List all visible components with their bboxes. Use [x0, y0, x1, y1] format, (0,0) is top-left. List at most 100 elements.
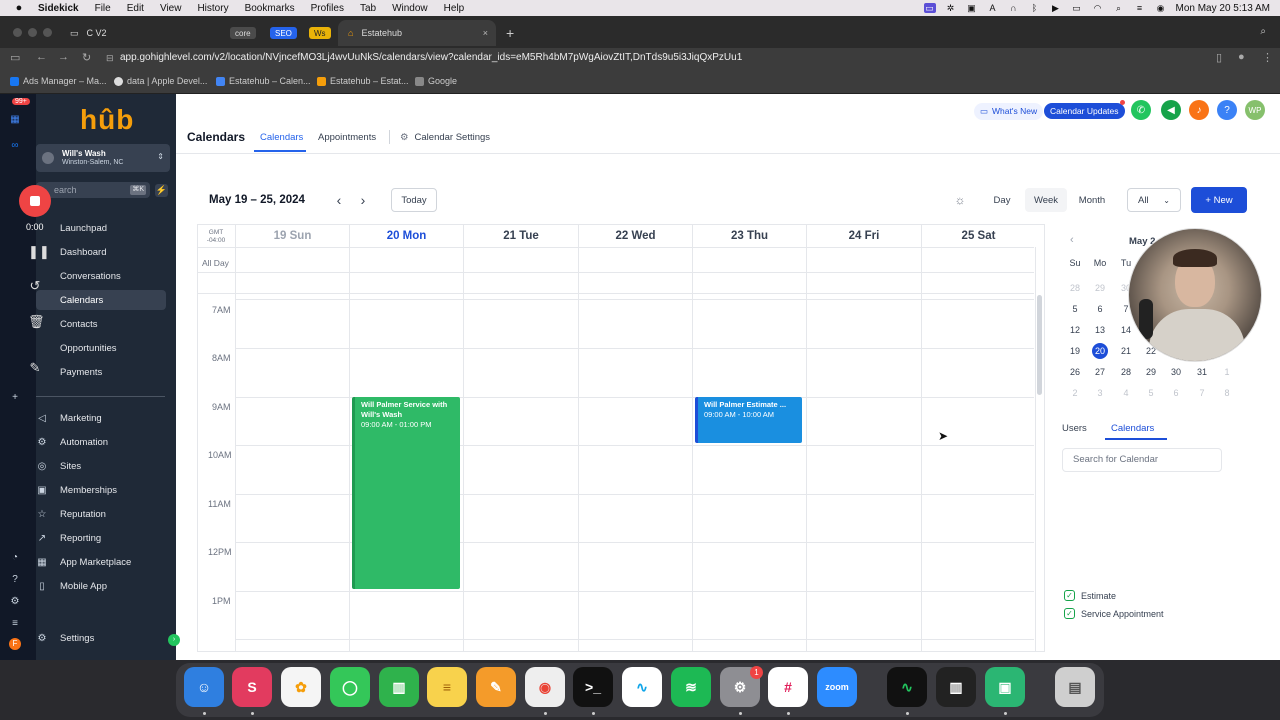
menu-history[interactable]: History [197, 3, 228, 14]
mini-day[interactable]: 6 [1166, 385, 1186, 401]
screen-record-icon[interactable]: ▭ [923, 3, 936, 13]
restart-icon[interactable]: ↺ [28, 278, 42, 294]
document-status-icon[interactable]: ▣ [966, 3, 978, 13]
pages-icon[interactable]: ✎ [476, 667, 516, 707]
site-info-icon[interactable]: ⊟ [106, 53, 114, 64]
next-week-button[interactable]: › [353, 188, 373, 212]
help-icon[interactable]: ? [8, 574, 22, 585]
terminal-icon[interactable]: >_ [573, 667, 613, 707]
view-week-button[interactable]: Week [1025, 188, 1067, 212]
day-header-sat[interactable]: 25 Sat [921, 225, 1035, 247]
menu-file[interactable]: File [95, 3, 111, 14]
mini-day[interactable]: 29 [1090, 280, 1110, 296]
sidebar-item-reporting[interactable]: ↗ Reporting [36, 528, 166, 548]
mini-day[interactable]: 13 [1090, 322, 1110, 338]
collapse-sidebar-icon[interactable]: › [168, 634, 180, 646]
help-icon[interactable]: ? [1217, 100, 1237, 120]
bell-icon[interactable]: ♪ [1189, 100, 1209, 120]
battery-icon[interactable]: ▭ [1071, 3, 1083, 13]
location-switcher[interactable]: Will's Wash Winston-Salem, NC ⇕ [36, 144, 170, 172]
mini-day[interactable]: 26 [1065, 364, 1085, 380]
spotify-icon[interactable]: ≋ [671, 667, 711, 707]
mini-day[interactable]: 14 [1116, 322, 1136, 338]
gear-icon[interactable]: ⚙ [8, 596, 22, 607]
sidebar-item-dashboard[interactable]: Dashboard [36, 242, 166, 262]
menu-help[interactable]: Help [444, 3, 465, 14]
activity-monitor-icon[interactable]: ∿ [887, 667, 927, 707]
sidebar-item-opportunities[interactable]: Opportunities [36, 338, 166, 358]
day-header-sun[interactable]: 19 Sun [235, 225, 349, 247]
sidebar-item-settings[interactable]: ⚙ Settings [36, 628, 166, 648]
split-view-icon[interactable]: ▯ [1216, 51, 1222, 64]
url-field[interactable]: app.gohighlevel.com/v2/location/NVjncefM… [120, 52, 742, 63]
tab-close-icon[interactable]: × [483, 28, 488, 38]
forward-icon[interactable]: → [58, 51, 69, 63]
bell-icon[interactable]: ◔ [8, 552, 22, 563]
calendar-filter-service-appointment[interactable]: ✓ Service Appointment [1064, 608, 1164, 619]
menu-view[interactable]: View [160, 3, 182, 14]
quick-actions-bolt-icon[interactable]: ⚡ [155, 184, 168, 197]
calendar-updates-button[interactable]: Calendar Updates [1044, 103, 1125, 119]
calendar-filter-estimate[interactable]: ✓ Estimate [1064, 590, 1116, 601]
add-icon[interactable]: + [8, 392, 22, 403]
mini-day[interactable]: 21 [1116, 343, 1136, 359]
whats-new-button[interactable]: ▭ What's New [974, 103, 1044, 120]
numbers-icon[interactable]: ▥ [379, 667, 419, 707]
bookmark-ads-manager[interactable]: Ads Manager – Ma... [10, 76, 107, 86]
reload-icon[interactable]: ↻ [82, 51, 91, 64]
gear-status-icon[interactable]: ✲ [945, 3, 957, 13]
checkbox-checked-icon[interactable]: ✓ [1064, 590, 1075, 601]
window-zoom-icon[interactable] [43, 28, 52, 37]
sidebar-item-calendars[interactable]: Calendars [36, 290, 166, 310]
hub-logo[interactable]: hûb [80, 104, 134, 136]
sidebar-item-conversations[interactable]: Conversations [36, 266, 166, 286]
lightbulb-icon[interactable]: ☼ [949, 188, 971, 212]
mini-day[interactable]: 5 [1065, 301, 1085, 317]
menu-window[interactable]: Window [392, 3, 428, 14]
pill-seo[interactable]: SEO [270, 27, 297, 39]
sidebar-item-app-marketplace[interactable]: ▦ App Marketplace [36, 552, 166, 572]
menu-bookmarks[interactable]: Bookmarks [245, 3, 295, 14]
messages-icon[interactable]: ◯ [330, 667, 370, 707]
sidebar-item-contacts[interactable]: Contacts [36, 314, 166, 334]
day-header-fri[interactable]: 24 Fri [806, 225, 921, 247]
mini-day[interactable]: 1 [1217, 364, 1237, 380]
menubar-clock[interactable]: Mon May 20 5:13 AM [1176, 3, 1271, 14]
search-status-icon[interactable]: ⌕ [1113, 3, 1125, 13]
bookmark-estatehub-estate[interactable]: Estatehub – Estat... [317, 76, 409, 86]
headphones-icon[interactable]: ∩ [1008, 3, 1020, 13]
sidekick-icon[interactable]: S [232, 667, 272, 707]
mini-day-selected[interactable]: 20 [1092, 343, 1108, 359]
bookmark-google[interactable]: Google [415, 76, 457, 86]
pencil-icon[interactable]: ✎ [28, 360, 42, 376]
bookmark-estatehub-calendars[interactable]: Estatehub – Calen... [216, 76, 311, 86]
piano-icon[interactable]: ▥ [936, 667, 976, 707]
tab-calendars-filter[interactable]: Calendars [1111, 423, 1154, 434]
sidebar-item-automation[interactable]: ⚙ Automation [36, 432, 166, 452]
sidebar-item-mobile-app[interactable]: ▯ Mobile App [36, 576, 166, 596]
bluetooth-icon[interactable]: ᛒ [1029, 3, 1041, 13]
pill-ws[interactable]: Ws [309, 27, 331, 39]
megaphone-icon[interactable]: ◀ [1161, 100, 1181, 120]
window-minimize-icon[interactable] [28, 28, 37, 37]
menu-tab[interactable]: Tab [360, 3, 376, 14]
sidebar-toggle-icon[interactable]: ▭ [10, 51, 20, 64]
today-button[interactable]: Today [391, 188, 437, 212]
search-calendar-input[interactable]: Search for Calendar [1062, 448, 1222, 472]
trash-icon[interactable]: 🗑 [28, 314, 45, 330]
phone-icon[interactable]: ✆ [1131, 100, 1151, 120]
filter-select[interactable]: All ⌄ [1127, 188, 1181, 212]
trash-icon[interactable]: ▤ [1055, 667, 1095, 707]
window-close-icon[interactable] [13, 28, 22, 37]
mini-day[interactable]: 19 [1065, 343, 1085, 359]
back-icon[interactable]: ← [36, 51, 47, 63]
wifi-icon[interactable]: ◠ [1092, 3, 1104, 13]
mini-day[interactable]: 6 [1090, 301, 1110, 317]
screen-recorder-app-icon[interactable]: ▣ [985, 667, 1025, 707]
sidebar-search[interactable]: earch ⌘K [36, 182, 150, 198]
mini-prev-month-icon[interactable]: ‹ [1070, 234, 1074, 246]
calendar-settings-link[interactable]: ⚙ Calendar Settings [400, 132, 490, 143]
sidebar-item-reputation[interactable]: ☆ Reputation [36, 504, 166, 524]
sidebar-item-payments[interactable]: Payments [36, 362, 166, 382]
zoom-icon[interactable]: zoom [817, 667, 857, 707]
